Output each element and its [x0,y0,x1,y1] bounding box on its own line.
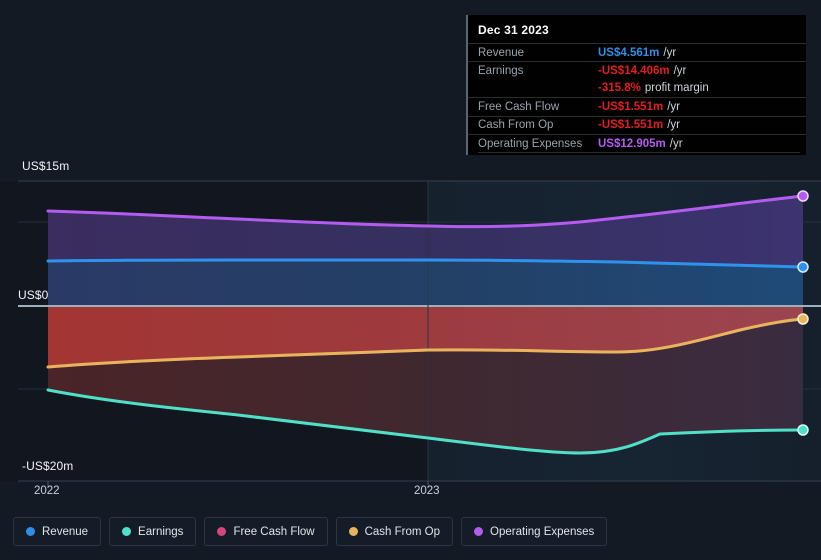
tooltip-row-unit: /yr [663,46,677,59]
tooltip-bottom-divider [478,152,800,154]
legend-item-label: Operating Expenses [490,525,595,538]
chart-legend[interactable]: Revenue Earnings Free Cash Flow Cash From O… [13,517,608,546]
legend-item-free-cash-flow[interactable]: Free Cash Flow [204,517,328,546]
legend-item-label: Cash From Op [364,525,441,538]
legend-color-dot-icon [348,527,358,536]
tooltip-row-value: US$12.905m [598,137,666,150]
tooltip-row: Free Cash Flow -US$1.551m/yr [468,97,806,115]
legend-item-earnings[interactable]: Earnings [109,517,197,546]
legend-item-cash-from-op[interactable]: Cash From Op [335,517,454,546]
tooltip-row-value: -US$1.551m [598,100,664,113]
tooltip-row-value: US$4.561m [598,46,660,59]
y-axis-label-zero: US$0 [18,288,49,302]
endpoint-revenue [797,261,809,273]
tooltip-row: Cash From Op -US$1.551m/yr [468,115,806,134]
tooltip-row-label: Free Cash Flow [478,100,560,113]
area-revenue [48,260,803,306]
tooltip-row-unit: /yr [673,65,687,78]
chart-page: US$15m US$0 -US$20m 2022 2023 Dec 31 202… [0,0,821,560]
tooltip-row: Revenue US$4.561m/yr [468,43,806,61]
legend-item-operating-expenses[interactable]: Operating Expenses [461,517,608,546]
tooltip-row-unit: profit margin [644,82,709,95]
endpoint-operating-expenses [797,190,809,202]
tooltip-row-label: Cash From Op [478,119,554,132]
tooltip-row-label: Earnings [478,65,524,78]
tooltip-row-unit: /yr [669,137,683,150]
legend-color-dot-icon [26,527,35,536]
tooltip-row-unit: /yr [667,119,680,132]
data-tooltip: Dec 31 2023 Revenue US$4.561m/yr Earnings -… [466,15,806,155]
tooltip-row: Operating Expenses US$12.905m/yr [468,133,806,152]
tooltip-title: Dec 31 2023 [478,23,549,37]
endpoint-cash-from-op [797,313,809,325]
legend-item-label: Free Cash Flow [233,525,315,538]
legend-color-dot-icon [474,527,484,536]
legend-color-dot-icon [122,527,132,536]
tooltip-rows: Revenue US$4.561m/yr Earnings -US$14.406m/y… [468,43,806,152]
tooltip-row-unit: /yr [667,100,680,113]
y-axis-label-bottom: -US$20m [22,459,74,473]
x-axis-ticks [47,481,429,487]
legend-item-revenue[interactable]: Revenue [13,517,102,546]
tooltip-row: Earnings -US$14.406m/yr [468,61,806,79]
tooltip-row-value: -US$14.406m [598,65,670,78]
tooltip-row: -315.8% profit margin [468,80,806,97]
endpoint-earnings [797,424,809,436]
legend-color-dot-icon [217,527,227,536]
y-axis-label-top: US$15m [22,159,70,173]
tooltip-row-label: Operating Expenses [478,137,583,150]
tooltip-row-label: Revenue [478,46,525,59]
legend-item-label: Revenue [42,525,89,538]
x-axis-label-2022: 2022 [34,485,60,497]
tooltip-row-value: -US$1.551m [598,119,664,132]
legend-item-label: Earnings [138,525,184,538]
tooltip-row-value: -315.8% [598,82,641,95]
x-axis-label-2023: 2023 [414,485,440,497]
